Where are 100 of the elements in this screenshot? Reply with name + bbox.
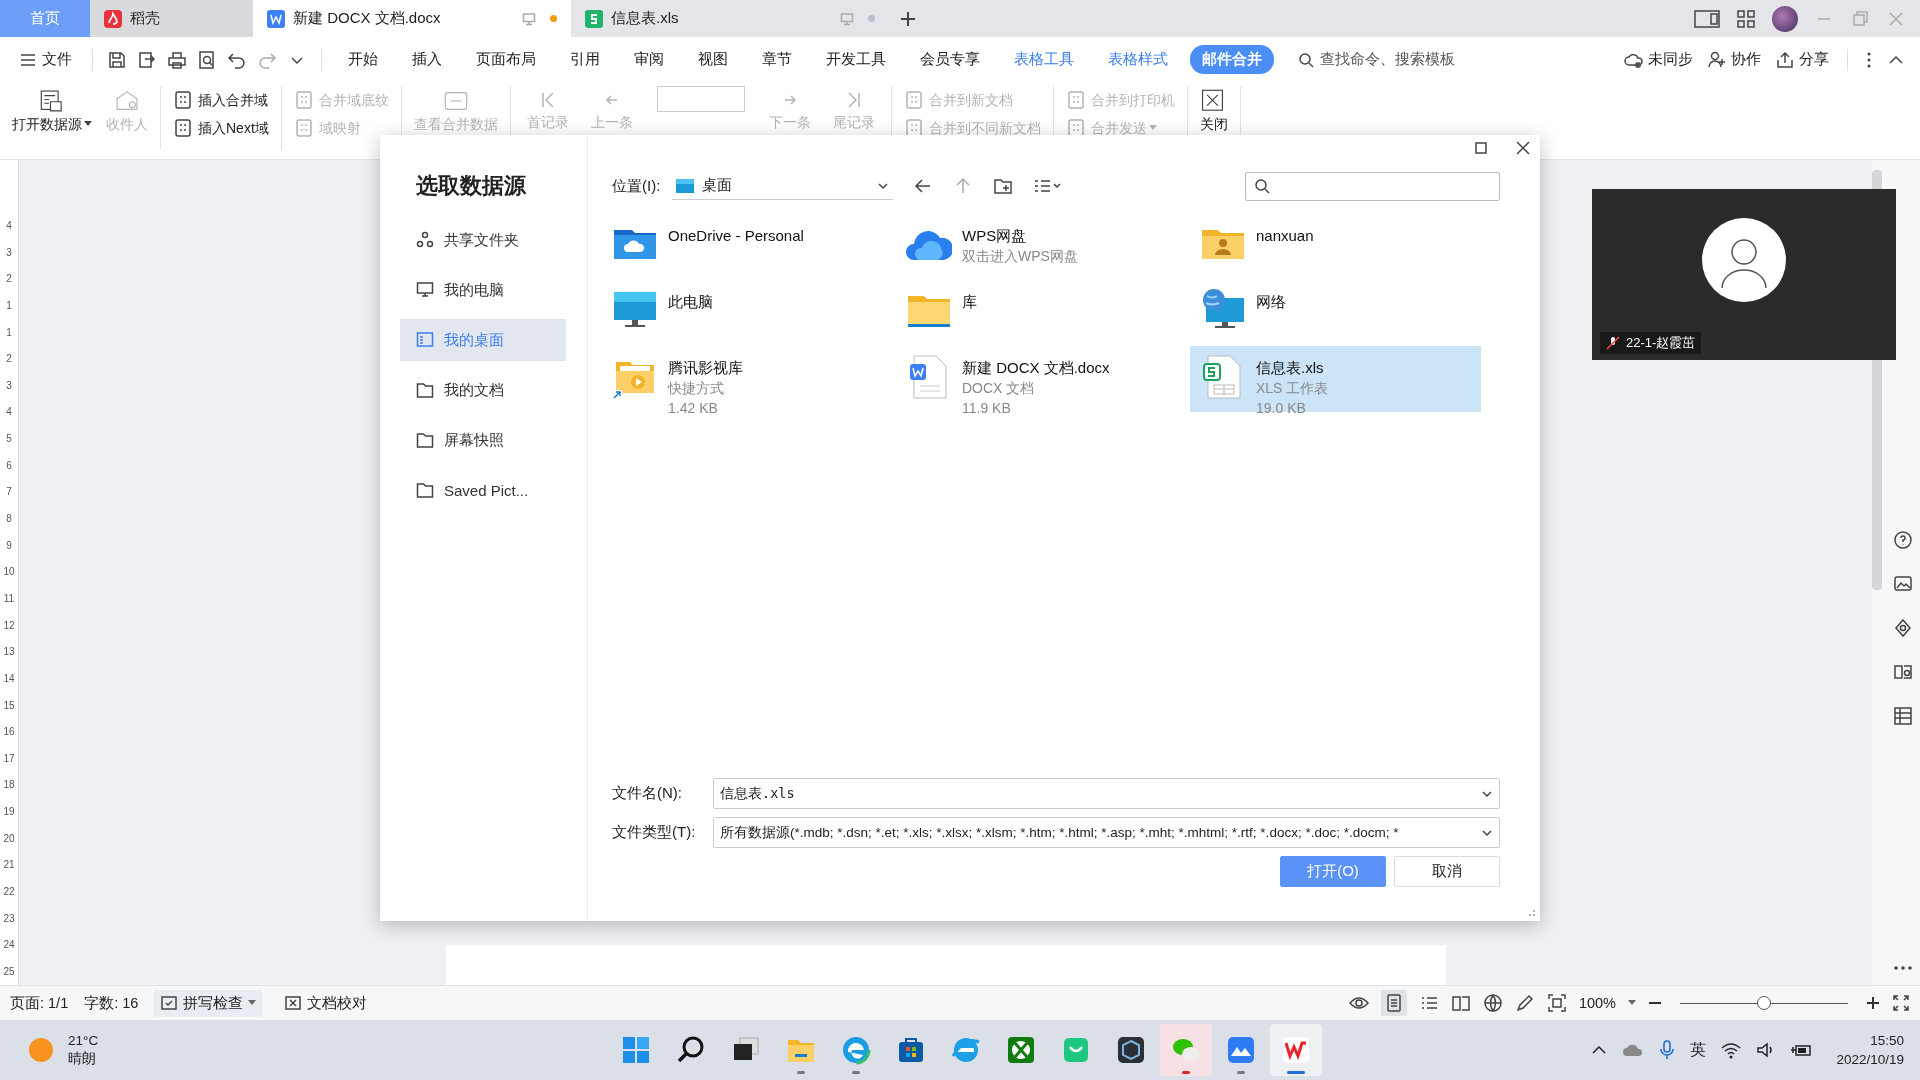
ribbon-button[interactable]: 打开数据源	[8, 86, 96, 135]
zoom-in-icon[interactable]	[1866, 996, 1880, 1010]
sidebar-item[interactable]: Saved Pict...	[400, 469, 566, 511]
sidebar-item[interactable]: 屏幕快照	[400, 419, 566, 461]
ruler-number: 18	[3, 779, 15, 791]
page-view-icon[interactable]	[1380, 990, 1407, 1016]
page-count: 页面: 1/1	[10, 993, 69, 1013]
filename-field[interactable]: 信息表.xls	[713, 778, 1500, 809]
menu-tab[interactable]: 章节	[750, 45, 804, 74]
merge-field-icon	[173, 90, 193, 110]
sync-status[interactable]: 未同步	[1624, 49, 1693, 70]
new-folder-icon[interactable]	[993, 176, 1014, 196]
sidebar-item[interactable]: 我的电脑	[400, 269, 566, 311]
file-name: nanxuan	[1256, 226, 1314, 246]
menu-tab[interactable]: 会员专享	[908, 45, 992, 74]
save-icon[interactable]	[107, 49, 127, 70]
more-icon[interactable]	[1893, 965, 1913, 971]
grid-icon[interactable]	[1736, 8, 1756, 29]
book-icon[interactable]	[1450, 993, 1471, 1013]
screen-icon[interactable]	[1694, 8, 1720, 29]
menu-tab[interactable]: 页面布局	[464, 45, 548, 74]
print-icon[interactable]	[167, 49, 187, 70]
ruler-number: 4	[6, 220, 12, 231]
file-item[interactable]: 此电脑	[602, 280, 893, 346]
cube-icon[interactable]	[1115, 1034, 1147, 1066]
search-icon	[1298, 51, 1314, 68]
ruler-number: 1	[6, 299, 12, 311]
ribbon-button[interactable]: 关闭	[1195, 86, 1232, 135]
menu-tab[interactable]: 开始	[336, 45, 390, 74]
help-icon[interactable]	[1893, 530, 1913, 550]
ribbon-button[interactable]: 插入Next域	[169, 116, 273, 140]
filetype-dropdown[interactable]: 所有数据源(*.mdb; *.dsn; *.et; *.xls; *.xlsx; *.xlsm; *.htm; *.html; *.asp; *.mht; *.mhtml; *.rtf; *.docx; *.doc; *.docm; *	[713, 817, 1500, 848]
ruler-number: 11	[3, 592, 15, 604]
pen-icon[interactable]	[1514, 993, 1535, 1013]
menu-tab[interactable]: 开发工具	[814, 45, 898, 74]
mountain-app-icon[interactable]	[1225, 1034, 1257, 1066]
sidebar-item[interactable]: 我的文档	[400, 369, 566, 411]
table-icon[interactable]	[1893, 706, 1913, 726]
proof-icon	[284, 994, 303, 1012]
search-field[interactable]	[1245, 171, 1500, 201]
location-icon[interactable]	[1893, 618, 1913, 638]
game-icon[interactable]	[1005, 1034, 1037, 1066]
file-item[interactable]: 库	[896, 280, 1187, 346]
document-tab[interactable]: 新建 DOCX 文档.docx	[253, 0, 571, 37]
globe-icon[interactable]	[1482, 993, 1503, 1013]
office-app-icon[interactable]	[1280, 1034, 1312, 1066]
record-field[interactable]	[656, 86, 745, 112]
share-button[interactable]: 分享	[1775, 49, 1829, 70]
wifi-icon[interactable]	[1720, 1041, 1743, 1059]
send-icon	[1065, 118, 1086, 138]
sidebar-item[interactable]: 共享文件夹	[400, 219, 566, 261]
close-icon[interactable]	[1516, 141, 1530, 155]
export-icon[interactable]	[137, 49, 157, 70]
ruler-number: 3	[6, 379, 12, 391]
more-icon[interactable]	[1866, 50, 1872, 69]
file-item[interactable]: 网络	[1190, 280, 1481, 346]
start-icon[interactable]	[620, 1034, 652, 1066]
collaborate-button[interactable]: 协作	[1707, 49, 1761, 70]
browser-icon[interactable]	[840, 1034, 872, 1066]
clock-date[interactable]: 2022/10/19	[1836, 1050, 1904, 1069]
zoom-level[interactable]: 100%	[1578, 995, 1616, 1011]
slider-thumb[interactable]	[1757, 996, 1771, 1010]
file-item[interactable]: nanxuan	[1190, 214, 1481, 280]
spell-check-button[interactable]: 拼写检查	[154, 989, 263, 1017]
file-item[interactable]: 信息表.xls XLS 工作表 19.0 KB	[1190, 346, 1481, 412]
file-item[interactable]: OneDrive - Personal	[602, 214, 893, 280]
command-search[interactable]: 查找命令、搜索模板	[1292, 46, 1461, 73]
ruler-number: 19	[3, 806, 15, 818]
proofread-button[interactable]: 文档校对	[278, 989, 374, 1017]
fullscreen-icon[interactable]	[1892, 994, 1910, 1012]
document-tab[interactable]: 稻壳	[90, 0, 253, 37]
menu-tab[interactable]: 表格样式	[1096, 45, 1180, 74]
dialog-title: 选取数据源	[416, 172, 527, 200]
microphone-icon[interactable]	[1658, 1040, 1677, 1060]
resize-grip-icon[interactable]	[1526, 907, 1536, 917]
folder-icon	[416, 381, 434, 399]
menu-tab[interactable]: 视图	[686, 45, 740, 74]
menu-tab[interactable]: 审阅	[622, 45, 676, 74]
menu-tab[interactable]: 插入	[400, 45, 454, 74]
caret-icon[interactable]	[1628, 1000, 1636, 1006]
clock-time[interactable]: 15:50	[1870, 1031, 1904, 1050]
book-icon[interactable]	[1893, 662, 1913, 682]
file-name: 此电脑	[668, 292, 713, 312]
avatar[interactable]	[1772, 5, 1798, 32]
add-tab-icon[interactable]	[899, 9, 917, 28]
menu-tab[interactable]: 表格工具	[1002, 45, 1086, 74]
cancel-button[interactable]: 取消	[1394, 856, 1500, 887]
fit-icon[interactable]	[1546, 993, 1567, 1013]
file-item[interactable]: WPS网盘 双击进入WPS网盘	[896, 214, 1187, 280]
weather-text: 晴朗	[68, 1050, 97, 1068]
ribbon-button[interactable]: 插入合并域	[169, 88, 272, 112]
menu-tab[interactable]: 引用	[558, 45, 612, 74]
ruler-number: 13	[3, 646, 15, 658]
file-name: 新建 DOCX 文档.docx	[962, 358, 1110, 378]
image-icon[interactable]	[1893, 574, 1913, 594]
file-menu[interactable]: 文件	[14, 46, 78, 73]
preview-icon[interactable]	[197, 49, 217, 70]
input-method[interactable]: 英	[1690, 1039, 1707, 1061]
maximize-icon[interactable]	[1474, 141, 1488, 155]
location-dropdown[interactable]: 桌面	[672, 172, 894, 200]
